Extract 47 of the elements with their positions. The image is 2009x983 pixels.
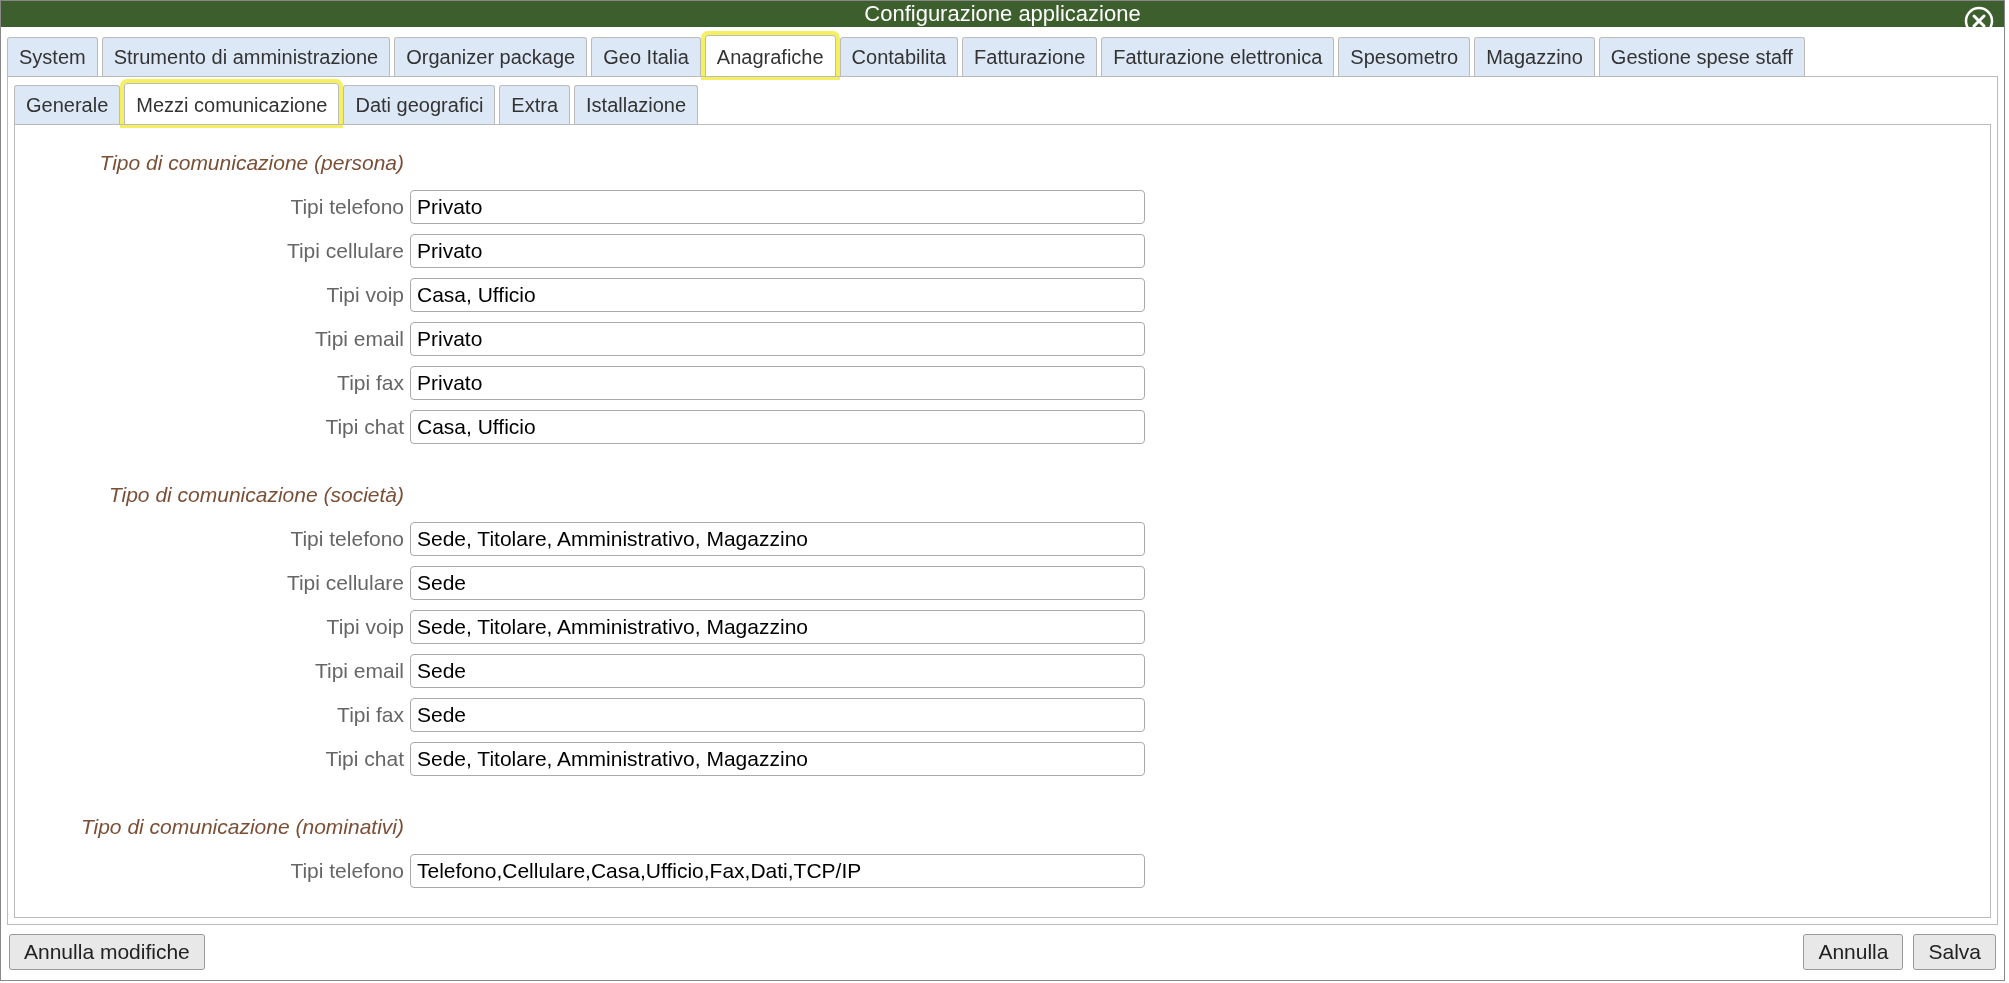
text-field[interactable]: Sede: [410, 654, 1145, 688]
tab[interactable]: Organizer package: [394, 37, 588, 76]
field-label: Tipi fax: [336, 371, 404, 395]
section-heading: Tipo di comunicazione (società): [107, 483, 404, 507]
tab[interactable]: Contabilita: [839, 37, 959, 76]
field-label: Tipi telefono: [289, 859, 404, 883]
field-label: Tipi telefono: [289, 527, 404, 551]
field-label: Tipi cellulare: [285, 239, 404, 263]
subtab[interactable]: Extra: [499, 85, 570, 124]
tab[interactable]: Gestione spese staff: [1598, 37, 1805, 76]
tab[interactable]: Magazzino: [1474, 37, 1595, 76]
footer-button[interactable]: Annulla: [1803, 934, 1904, 970]
text-field[interactable]: Casa, Ufficio: [410, 410, 1145, 444]
text-field[interactable]: Sede, Titolare, Amministrativo, Magazzino: [410, 742, 1145, 776]
subtab[interactable]: Generale: [14, 85, 121, 124]
footer-button[interactable]: Salva: [1913, 934, 1996, 970]
field-label: Tipi chat: [324, 747, 404, 771]
discard-changes-button[interactable]: Annulla modifiche: [9, 934, 205, 970]
field-label: Tipi voip: [325, 615, 404, 639]
text-field[interactable]: Privato: [410, 366, 1145, 400]
tab[interactable]: Fatturazione: [962, 37, 1098, 76]
field-label: Tipi voip: [325, 283, 404, 307]
tab[interactable]: Strumento di amministrazione: [101, 37, 391, 76]
tab[interactable]: System: [7, 37, 98, 76]
field-label: Tipi fax: [336, 703, 404, 727]
text-field[interactable]: Privato: [410, 234, 1145, 268]
text-field[interactable]: Privato: [410, 190, 1145, 224]
subtab[interactable]: Istallazione: [574, 85, 699, 124]
section-heading: Tipo di comunicazione (persona): [98, 151, 404, 175]
subtab[interactable]: Dati geografici: [343, 85, 496, 124]
text-field[interactable]: Sede: [410, 566, 1145, 600]
field-label: Tipi cellulare: [285, 571, 404, 595]
text-field[interactable]: Telefono,Cellulare,Casa,Ufficio,Fax,Dati,TCP/IP: [410, 854, 1145, 888]
field-label: Tipi email: [313, 659, 404, 683]
tab[interactable]: Fatturazione elettronica: [1101, 37, 1335, 76]
window-title: Configurazione applicazione: [864, 1, 1141, 27]
tab[interactable]: Spesometro: [1338, 37, 1471, 76]
text-field[interactable]: Privato: [410, 322, 1145, 356]
field-label: Tipi email: [313, 327, 404, 351]
text-field[interactable]: Casa, Ufficio: [410, 278, 1145, 312]
tab[interactable]: Geo Italia: [591, 37, 701, 76]
field-label: Tipi chat: [324, 415, 404, 439]
section-heading: Tipo di comunicazione (nominativi): [79, 815, 404, 839]
field-label: Tipi telefono: [289, 195, 404, 219]
text-field[interactable]: Sede, Titolare, Amministrativo, Magazzino: [410, 610, 1145, 644]
text-field[interactable]: Sede, Titolare, Amministrativo, Magazzino: [410, 522, 1145, 556]
text-field[interactable]: Sede: [410, 698, 1145, 732]
